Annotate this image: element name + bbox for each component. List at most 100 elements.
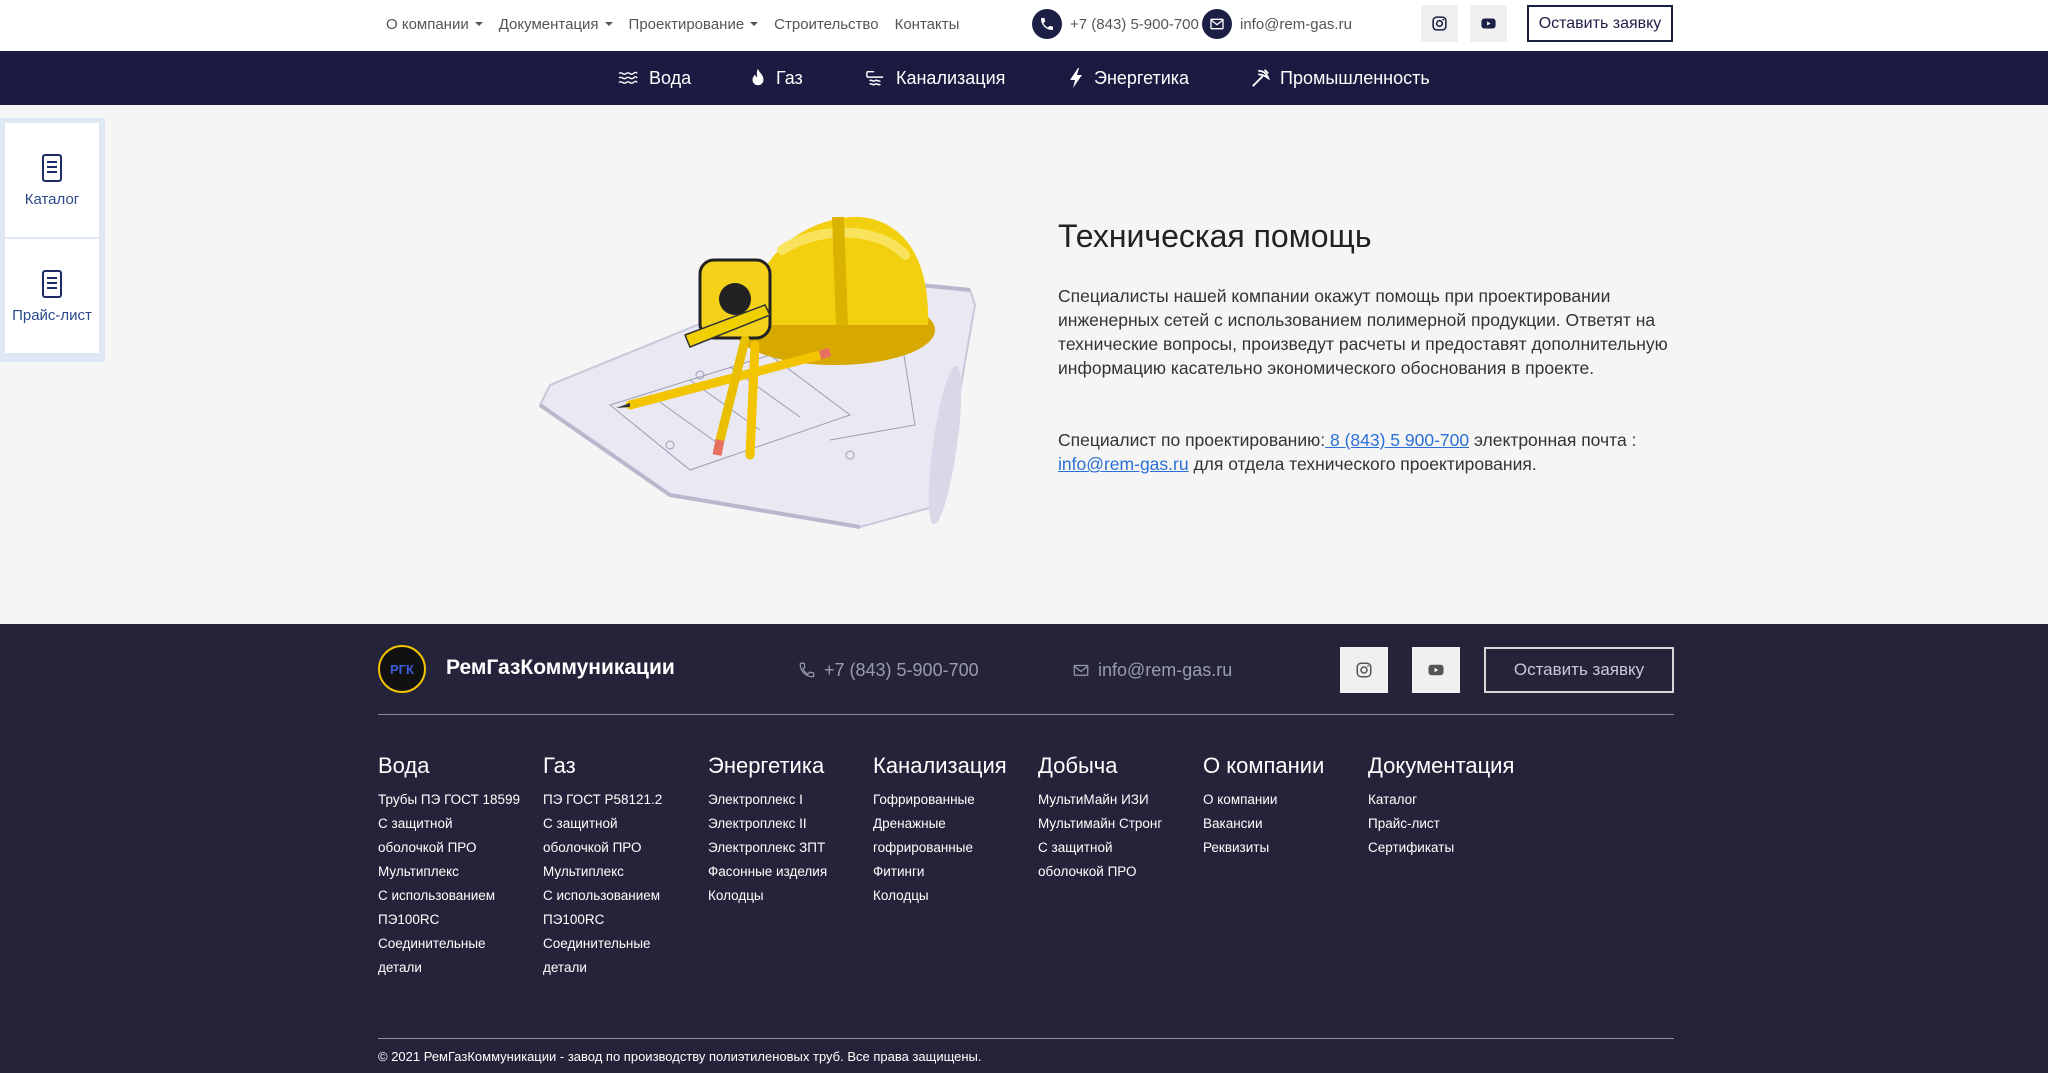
footer-link[interactable]: Дренажные (873, 812, 1033, 836)
leave-request-button[interactable]: Оставить заявку (1527, 5, 1673, 42)
contact-phone-link[interactable]: 8 (843) 5 900-700 (1325, 430, 1469, 450)
sewer-icon (866, 70, 884, 86)
footer-youtube-button[interactable] (1412, 647, 1460, 693)
logo[interactable]: РГК (378, 645, 426, 693)
footer-link[interactable]: Прайс-лист (1368, 812, 1528, 836)
footer-link[interactable]: ПЭ ГОСТ Р58121.2 (543, 788, 703, 812)
footer-column-title: Добыча (1038, 753, 1118, 778)
footer-link[interactable]: С защитной (378, 812, 538, 836)
footer-link[interactable]: С защитной (543, 812, 703, 836)
nav-item-about[interactable]: О компании (386, 16, 483, 33)
youtube-button[interactable] (1470, 5, 1507, 42)
category-sewer[interactable]: Канализация (864, 51, 1005, 105)
footer-email-text: info@rem-gas.ru (1098, 659, 1233, 680)
chevron-down-icon (750, 22, 759, 26)
footer-link[interactable]: оболочкой ПРО (543, 836, 703, 860)
footer-link[interactable]: Фасонные изделия (708, 860, 868, 884)
footer-column-title: Документация (1368, 753, 1515, 778)
footer-link[interactable]: С использованием (378, 884, 538, 908)
contact-prefix: Специалист по проектированию: (1058, 430, 1326, 450)
footer-link[interactable]: Соединительные (378, 932, 538, 956)
footer-link[interactable]: оболочкой ПРО (1038, 860, 1198, 884)
footer-link[interactable]: МультиМайн ИЗИ (1038, 788, 1198, 812)
footer-link[interactable]: гофрированные (873, 836, 1033, 860)
footer-link[interactable]: Реквизиты (1203, 836, 1363, 860)
side-item-label: Каталог (24, 190, 80, 208)
contact-mid: электронная почта : (1469, 430, 1637, 450)
side-item-label: Прайс-лист (12, 306, 92, 324)
footer-link[interactable]: Мультиплекс (378, 860, 538, 884)
nav-item-design[interactable]: Проектирование (629, 16, 759, 33)
footer-link[interactable]: ПЭ100RC (378, 908, 538, 932)
phone-icon (1032, 9, 1062, 39)
top-email[interactable]: info@rem-gas.ru (1202, 8, 1352, 40)
footer-link[interactable]: оболочкой ПРО (378, 836, 538, 860)
category-label: Канализация (896, 67, 1006, 88)
footer-column-title: Канализация (873, 753, 1007, 778)
footer-link[interactable]: Каталог (1368, 788, 1528, 812)
water-icon (618, 71, 638, 84)
page-title: Техническая помощь (1058, 218, 1372, 254)
footer-link[interactable]: С использованием (543, 884, 703, 908)
instagram-icon (1432, 16, 1447, 31)
nav-item-contacts[interactable]: Контакты (895, 16, 960, 33)
top-phone[interactable]: +7 (843) 5-900-700 (1032, 8, 1199, 40)
mail-icon (1073, 664, 1089, 676)
nav-item-documentation[interactable]: Документация (499, 16, 613, 33)
side-item-catalog[interactable]: Каталог (5, 123, 99, 237)
footer-phone[interactable]: +7 (843) 5-900-700 (798, 656, 979, 684)
footer-link[interactable]: Электроплекс I (708, 788, 868, 812)
category-gas[interactable]: Газ (750, 51, 803, 105)
instagram-button[interactable] (1421, 5, 1458, 42)
footer-divider (378, 714, 1674, 715)
footer-link[interactable]: О компании (1203, 788, 1363, 812)
top-nav: О компании Документация Проектирование С… (386, 0, 959, 48)
chevron-down-icon (474, 22, 483, 26)
footer-instagram-button[interactable] (1340, 647, 1388, 693)
footer-link[interactable]: Мультиплекс (543, 860, 703, 884)
footer-column-title: О компании (1203, 753, 1325, 778)
category-label: Энергетика (1094, 67, 1190, 88)
nav-item-label: Контакты (894, 15, 960, 33)
footer-link[interactable]: Мультимайн Стронг (1038, 812, 1198, 836)
chevron-down-icon (604, 22, 613, 26)
category-label: Газ (776, 67, 803, 88)
contact-email-link[interactable]: info@rem-gas.ru (1058, 454, 1189, 474)
pickaxe-icon (1252, 69, 1270, 87)
footer-link[interactable]: Электроплекс ЗПТ (708, 836, 868, 860)
footer-link[interactable]: детали (543, 956, 703, 980)
footer-link[interactable]: Колодцы (708, 884, 868, 908)
side-item-pricelist[interactable]: Прайс-лист (5, 239, 99, 353)
footer-link[interactable]: детали (378, 956, 538, 980)
footer-link[interactable]: Соединительные (543, 932, 703, 956)
nav-item-construction[interactable]: Строительство (774, 16, 878, 33)
lightning-icon (1070, 68, 1082, 88)
mail-icon (1202, 9, 1232, 39)
footer-link[interactable]: С защитной (1038, 836, 1198, 860)
footer-link[interactable]: ПЭ100RC (543, 908, 703, 932)
footer-link[interactable]: Электроплекс II (708, 812, 868, 836)
footer-link[interactable]: Гофрированные (873, 788, 1033, 812)
footer-link[interactable]: Трубы ПЭ ГОСТ 18599 (378, 788, 538, 812)
nav-item-label: Проектирование (628, 15, 745, 33)
footer-column-sewer: Канализация Гофрированные Дренажные гофр… (873, 753, 1033, 908)
footer-link[interactable]: Вакансии (1203, 812, 1363, 836)
category-energy[interactable]: Энергетика (1068, 51, 1189, 105)
footer-leave-request-button[interactable]: Оставить заявку (1484, 647, 1674, 693)
footer-column-title: Газ (543, 753, 576, 778)
footer-link[interactable]: Колодцы (873, 884, 1033, 908)
hardhat-blueprint-illustration (538, 216, 977, 529)
footer-phone-text: +7 (843) 5-900-700 (824, 659, 979, 680)
nav-item-label: Строительство (774, 15, 879, 33)
footer-column-about: О компании О компании Вакансии Реквизиты (1203, 753, 1363, 860)
footer-link[interactable]: Фитинги (873, 860, 1033, 884)
logo-text: РГК (390, 661, 414, 677)
footer-column-title: Энергетика (708, 753, 825, 778)
category-industry[interactable]: Промышленность (1250, 51, 1430, 105)
phone-icon (799, 662, 815, 678)
nav-item-label: Документация (498, 15, 599, 33)
category-water[interactable]: Вода (617, 51, 691, 105)
footer-link[interactable]: Сертификаты (1368, 836, 1528, 860)
footer-email[interactable]: info@rem-gas.ru (1072, 656, 1232, 684)
copyright: © 2021 РемГазКоммуникации - завод по про… (378, 1049, 982, 1064)
